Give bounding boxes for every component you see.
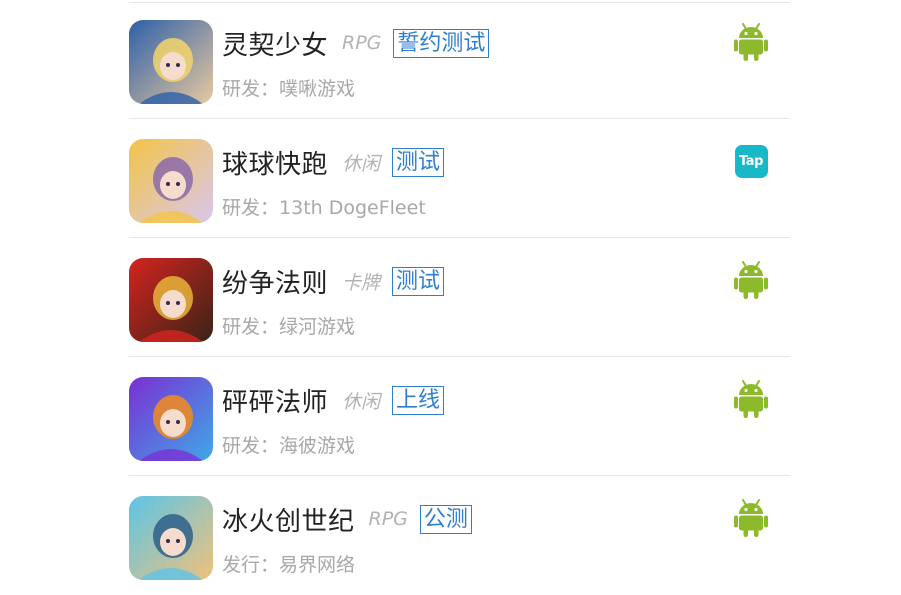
title-line: 砰砰法师 休闲 上线 [222,380,445,420]
game-name[interactable]: 冰火创世纪 [222,501,355,538]
android-icon[interactable] [729,258,773,302]
developer-line: 研发：绿河游戏 [222,312,355,339]
status-tag: 测试 [392,147,445,177]
game-genre: RPG [368,508,408,530]
android-icon[interactable] [729,20,773,64]
game-name[interactable]: 砰砰法师 [222,382,328,419]
status-tag: 公测 [419,504,472,534]
game-name[interactable]: 球球快跑 [222,144,328,181]
developer-label: 研发： [222,316,280,338]
game-genre: RPG [342,32,382,54]
developer-line: 研发：13th DogeFleet [222,193,426,220]
developer-name: 海彼游戏 [279,435,356,457]
developer-name: 绿河游戏 [279,316,356,338]
developer-name: 13th DogeFleet [279,197,426,219]
title-line: 冰火创世纪 RPG 公测 [222,499,472,539]
android-icon[interactable] [729,377,773,421]
status-tag: 誓约测试 [393,28,490,58]
game-icon[interactable] [129,496,213,580]
game-name[interactable]: 灵契少女 [222,25,328,62]
tap-icon[interactable]: Tap [729,139,773,183]
developer-label: 研发： [222,435,280,457]
developer-line: 研发：噗啾游戏 [222,74,355,101]
game-row[interactable]: 砰砰法师 休闲 上线 研发：海彼游戏 [129,357,790,476]
game-icon[interactable] [129,139,213,223]
title-line: 灵契少女 RPG 誓约测试 [222,23,490,63]
game-row[interactable]: 纷争法则 卡牌 测试 研发：绿河游戏 [129,238,790,357]
game-icon[interactable] [129,258,213,342]
developer-label: 发行： [222,554,280,576]
title-line: 球球快跑 休闲 测试 [222,142,445,182]
status-tag: 上线 [392,385,445,415]
game-genre: 休闲 [342,390,381,413]
developer-name: 噗啾游戏 [279,78,356,100]
developer-line: 发行：易界网络 [222,550,355,577]
android-icon[interactable] [729,496,773,540]
developer-name: 易界网络 [279,554,356,576]
developer-label: 研发： [222,78,280,100]
game-icon[interactable] [129,20,213,104]
game-genre: 休闲 [342,152,381,175]
game-row[interactable]: 灵契少女 RPG 誓约测试 研发：噗啾游戏 [129,0,790,119]
game-name[interactable]: 纷争法则 [222,263,328,300]
status-tag: 测试 [392,266,445,296]
title-line: 纷争法则 卡牌 测试 [222,261,445,301]
developer-label: 研发： [222,197,280,219]
game-genre: 卡牌 [342,271,381,294]
game-list: 灵契少女 RPG 誓约测试 研发：噗啾游戏 球球快跑 休闲 测试 研发：13th… [129,0,790,595]
game-row[interactable]: 冰火创世纪 RPG 公测 发行：易界网络 [129,476,790,595]
tap-badge: Tap [734,144,768,178]
game-icon[interactable] [129,377,213,461]
developer-line: 研发：海彼游戏 [222,431,355,458]
game-row[interactable]: 球球快跑 休闲 测试 研发：13th DogeFleet Tap [129,119,790,238]
